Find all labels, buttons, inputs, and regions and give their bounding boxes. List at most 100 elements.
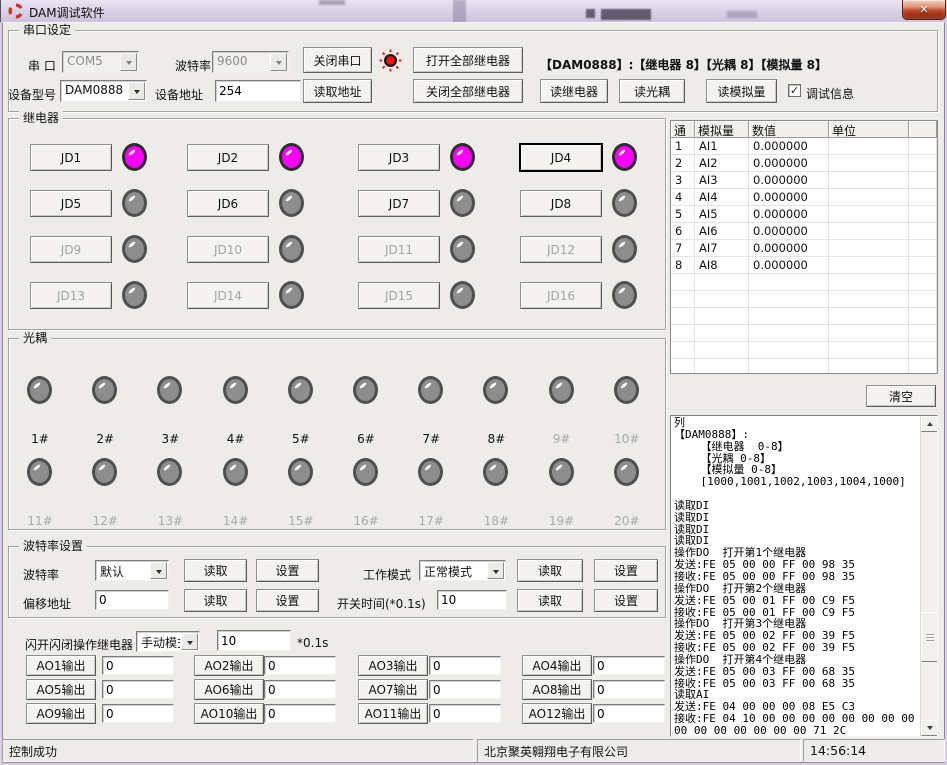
log-scrollbar[interactable] bbox=[920, 416, 937, 736]
table-cell: 6 bbox=[671, 223, 695, 240]
scroll-up-button[interactable] bbox=[921, 416, 938, 432]
ao-output-input-4[interactable] bbox=[593, 656, 665, 675]
open-all-relays-button[interactable]: 打开全部继电器 bbox=[413, 47, 523, 73]
status-company: 北京聚英翱翔电子有限公司 bbox=[477, 739, 801, 762]
opto-channel-label: 2# bbox=[75, 432, 135, 446]
close-button[interactable]: ✕ bbox=[902, 0, 946, 20]
ao-output-input-10[interactable] bbox=[264, 704, 336, 723]
relay-button-jd7[interactable]: JD7 bbox=[358, 190, 440, 217]
table-row: 7AI70.000000 bbox=[671, 240, 937, 257]
table-row: 3AI30.000000 bbox=[671, 172, 937, 189]
ao-output-button-4[interactable]: AO4输出 bbox=[522, 655, 592, 676]
work-mode-read-button[interactable]: 读取 bbox=[517, 559, 583, 582]
opto-light-13 bbox=[157, 458, 182, 486]
port-combo-value: COM5 bbox=[63, 52, 119, 72]
table-cell: AI2 bbox=[695, 155, 749, 172]
ao-output-button-10[interactable]: AO10输出 bbox=[194, 703, 264, 724]
model-combo[interactable]: DAM0888 bbox=[60, 80, 147, 102]
ao-output-button-1[interactable]: AO1输出 bbox=[26, 655, 96, 676]
ao-output-button-5[interactable]: AO5输出 bbox=[26, 679, 96, 700]
ao-output-button-3[interactable]: AO3输出 bbox=[358, 655, 428, 676]
ao-output-button-12[interactable]: AO12输出 bbox=[522, 703, 592, 724]
chevron-down-icon bbox=[150, 562, 167, 579]
switch-time-label: 开关时间(*0.1s) bbox=[337, 595, 426, 612]
relay-button-jd5[interactable]: JD5 bbox=[30, 190, 112, 217]
ao-output-input-6[interactable] bbox=[264, 680, 336, 699]
table-cell bbox=[671, 325, 695, 342]
ao-output-input-8[interactable] bbox=[593, 680, 665, 699]
ao-output-button-8[interactable]: AO8输出 bbox=[522, 679, 592, 700]
device-addr-input[interactable] bbox=[215, 80, 301, 102]
ao-output-input-9[interactable] bbox=[102, 704, 174, 723]
opto-light-6 bbox=[353, 376, 378, 404]
scrollbar-thumb[interactable] bbox=[921, 612, 938, 662]
read-analog-button[interactable]: 读模拟量 bbox=[706, 79, 777, 103]
ao-output-input-7[interactable] bbox=[429, 680, 501, 699]
close-serial-button[interactable]: 关闭串口 bbox=[303, 47, 372, 73]
switch-time-input[interactable] bbox=[437, 590, 507, 610]
chevron-down-icon bbox=[128, 82, 145, 100]
relay-button-jd15: JD15 bbox=[358, 282, 440, 309]
table-cell: 8 bbox=[671, 257, 695, 274]
read-opto-button[interactable]: 读光耦 bbox=[619, 79, 685, 103]
ao-output-button-6[interactable]: AO6输出 bbox=[194, 679, 264, 700]
ao-output-button-9[interactable]: AO9输出 bbox=[26, 703, 96, 724]
baud-settings-group-title: 波特率设置 bbox=[19, 539, 87, 554]
opto-light-19 bbox=[549, 458, 574, 486]
switch-time-read-button[interactable]: 读取 bbox=[517, 589, 583, 612]
table-cell bbox=[829, 325, 909, 342]
ao-output-button-2[interactable]: AO2输出 bbox=[194, 655, 264, 676]
relay-button-jd1[interactable]: JD1 bbox=[30, 144, 112, 171]
ao-output-button-11[interactable]: AO11输出 bbox=[358, 703, 428, 724]
relay-button-jd3[interactable]: JD3 bbox=[358, 144, 440, 171]
offset-set-button[interactable]: 设置 bbox=[256, 589, 319, 612]
table-cell bbox=[695, 325, 749, 342]
table-row: 8AI80.000000 bbox=[671, 257, 937, 274]
ao-output-input-11[interactable] bbox=[429, 704, 501, 723]
flash-time-input[interactable] bbox=[217, 630, 291, 651]
baud-set-button[interactable]: 设置 bbox=[256, 559, 319, 582]
relay-button-jd8[interactable]: JD8 bbox=[520, 190, 602, 217]
table-cell bbox=[829, 189, 909, 206]
relay-light-jd5 bbox=[122, 189, 147, 217]
flash-mode-combo[interactable]: 手动模式 bbox=[136, 631, 200, 652]
read-relay-button[interactable]: 读继电器 bbox=[540, 79, 608, 103]
log-textbox[interactable]: 列 【DAM0888】: 【继电器 0-8】 【光耦 0-8】 【模拟量 0-8… bbox=[670, 415, 938, 737]
background-artifact bbox=[727, 11, 757, 18]
offset-read-button[interactable]: 读取 bbox=[184, 589, 247, 612]
analog-col-header: 通 bbox=[671, 121, 695, 138]
debug-info-checkbox[interactable]: ✓ bbox=[788, 84, 801, 97]
clear-log-button[interactable]: 清空 bbox=[866, 385, 936, 407]
ao-output-button-7[interactable]: AO7输出 bbox=[358, 679, 428, 700]
switch-time-set-button[interactable]: 设置 bbox=[594, 589, 658, 612]
baud-read-button[interactable]: 读取 bbox=[184, 559, 247, 582]
relay-button-jd6[interactable]: JD6 bbox=[187, 190, 269, 217]
relay-button-jd2[interactable]: JD2 bbox=[187, 144, 269, 171]
analog-col-header: 数值 bbox=[749, 121, 829, 138]
work-mode-set-button[interactable]: 设置 bbox=[594, 559, 658, 582]
opto-channel-label: 20# bbox=[597, 514, 657, 528]
ao-output-input-3[interactable] bbox=[429, 656, 501, 675]
opto-channel-label: 15# bbox=[271, 514, 331, 528]
analog-table[interactable]: 通模拟量数值单位 1AI10.0000002AI20.0000003AI30.0… bbox=[670, 120, 938, 374]
opto-channel-label: 9# bbox=[532, 432, 592, 446]
opto-light-4 bbox=[223, 376, 248, 404]
ao-output-input-2[interactable] bbox=[264, 656, 336, 675]
flash-mode-combo-value: 手动模式 bbox=[137, 632, 180, 651]
baud-set-combo[interactable]: 默认 bbox=[95, 560, 169, 581]
ao-output-input-12[interactable] bbox=[593, 704, 665, 723]
relay-button-jd4[interactable]: JD4 bbox=[520, 144, 602, 171]
close-all-relays-button[interactable]: 关闭全部继电器 bbox=[413, 79, 523, 103]
relay-button-jd13: JD13 bbox=[30, 282, 112, 309]
work-mode-combo[interactable]: 正常模式 bbox=[419, 560, 506, 581]
ao-output-input-5[interactable] bbox=[102, 680, 174, 699]
table-cell bbox=[909, 155, 937, 172]
table-cell bbox=[829, 138, 909, 155]
offset-addr-input[interactable] bbox=[95, 590, 169, 610]
scroll-down-button[interactable] bbox=[921, 720, 938, 736]
opto-light-1 bbox=[27, 376, 52, 404]
opto-channel-label: 6# bbox=[336, 432, 396, 446]
scrollbar-grip-icon bbox=[926, 634, 934, 642]
ao-output-input-1[interactable] bbox=[102, 656, 174, 675]
read-addr-button[interactable]: 读取地址 bbox=[303, 79, 372, 103]
